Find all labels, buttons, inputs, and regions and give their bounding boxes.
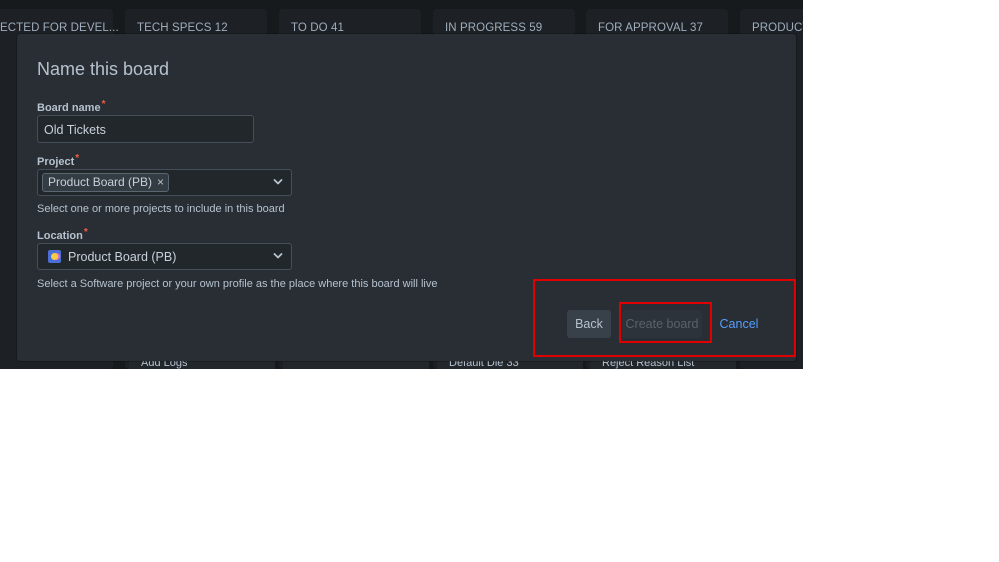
- project-help-text: Select one or more projects to include i…: [37, 203, 285, 215]
- cancel-button[interactable]: Cancel: [714, 310, 764, 338]
- column-title: TO DO 41: [291, 22, 344, 34]
- location-help-text: Select a Software project or your own pr…: [37, 278, 438, 290]
- jira-board-screen: ECTED FOR DEVEL... TECH SPECS 12 Add Log…: [0, 0, 803, 369]
- location-value: Product Board (PB): [68, 250, 177, 264]
- project-select[interactable]: Product Board (PB) ×: [37, 169, 292, 196]
- column-title: FOR APPROVAL 37: [598, 22, 704, 34]
- column-title: IN PROGRESS 59: [445, 22, 543, 34]
- project-label: Project*: [37, 153, 80, 168]
- chevron-down-icon[interactable]: [273, 177, 283, 187]
- required-mark: *: [101, 99, 106, 110]
- column-title: ECTED FOR DEVEL...: [0, 22, 119, 34]
- remove-chip-icon[interactable]: ×: [157, 175, 164, 189]
- board-name-input[interactable]: Old Tickets: [37, 115, 254, 143]
- project-chip: Product Board (PB) ×: [42, 173, 170, 192]
- project-chip-label: Product Board (PB): [48, 175, 153, 189]
- create-board-button[interactable]: Create board: [622, 310, 702, 338]
- board-name-label: Board name*: [37, 99, 106, 114]
- name-board-dialog: Name this board Board name* Old Tickets …: [17, 34, 796, 361]
- dialog-title: Name this board: [37, 59, 170, 79]
- column-title: TECH SPECS 12: [137, 22, 228, 34]
- chevron-down-icon[interactable]: [273, 251, 283, 261]
- location-label: Location*: [37, 227, 88, 242]
- required-mark: *: [83, 227, 88, 238]
- project-avatar-icon: [48, 250, 61, 263]
- column-title: PRODUCT: [752, 22, 803, 34]
- location-select[interactable]: Product Board (PB): [37, 243, 292, 270]
- back-button[interactable]: Back: [567, 310, 611, 338]
- required-mark: *: [75, 153, 80, 164]
